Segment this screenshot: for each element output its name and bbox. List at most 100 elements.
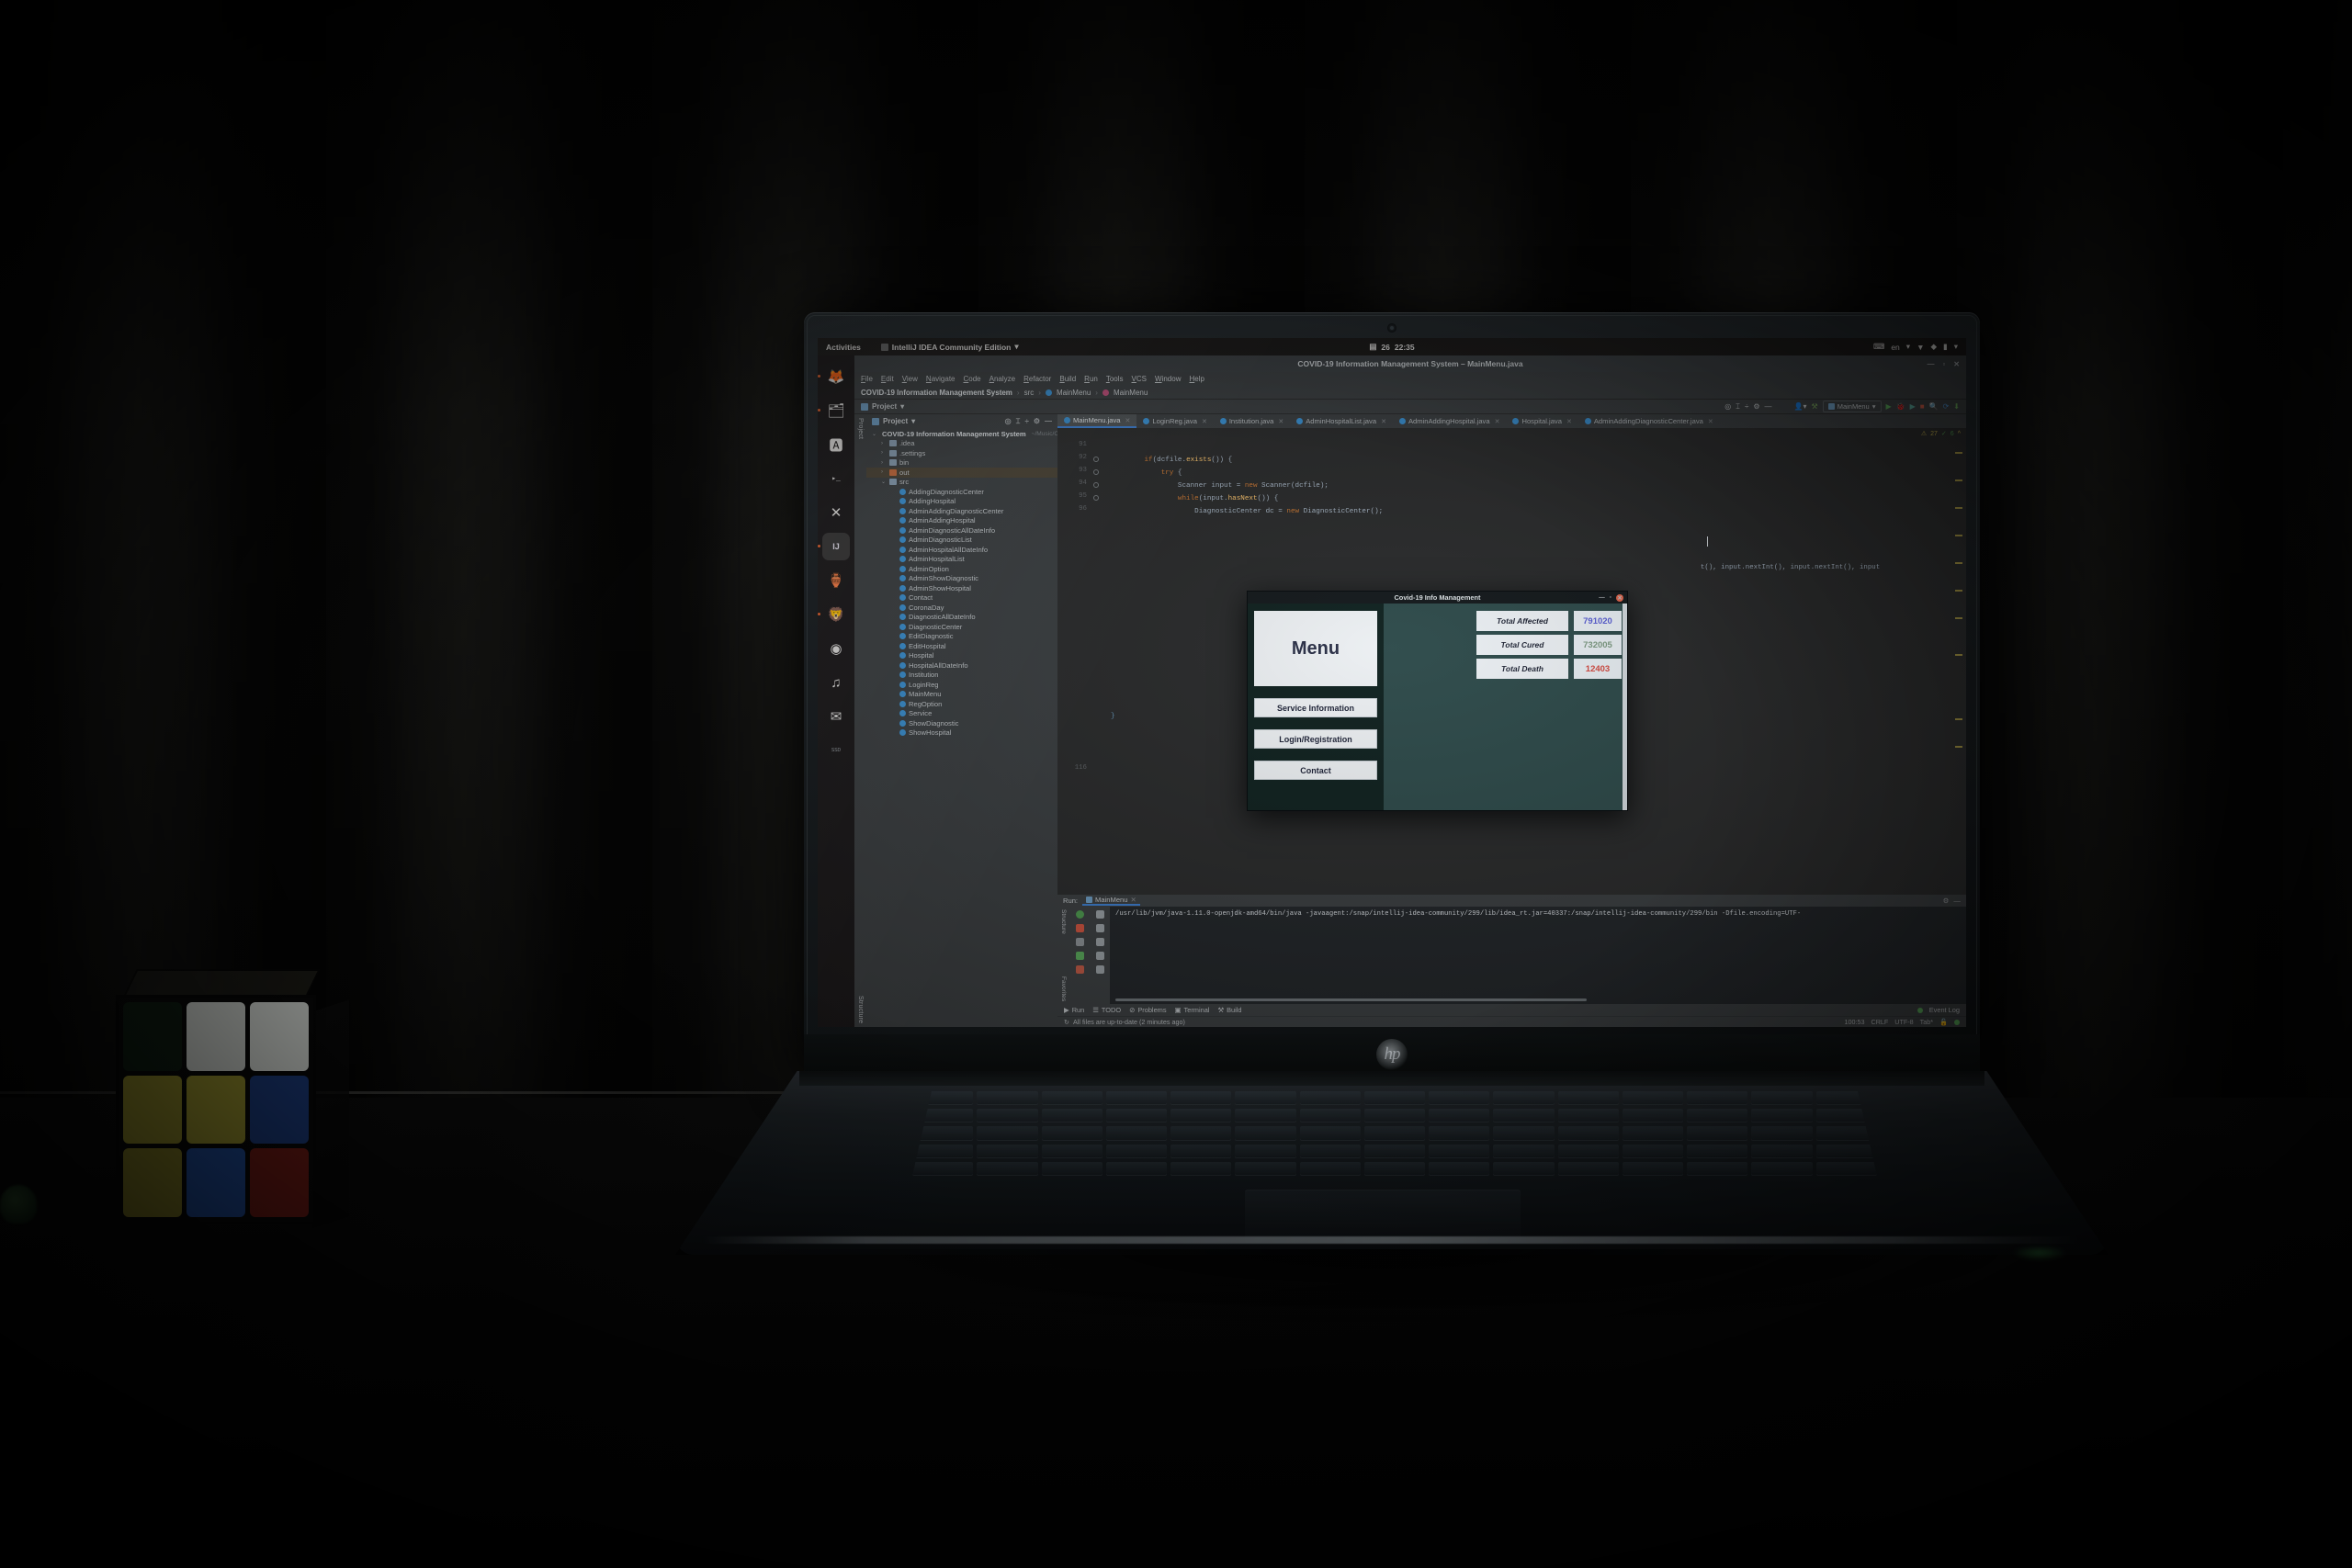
- dialog-window-controls[interactable]: — ▫ ✕: [1599, 592, 1623, 604]
- breadcrumb-class[interactable]: MainMenu: [1114, 389, 1148, 397]
- menu-file[interactable]: File: [861, 375, 873, 383]
- dock-item-postman[interactable]: 🏺: [822, 567, 850, 594]
- tree-folder-bin[interactable]: › bin: [866, 458, 1057, 468]
- inspection-mark[interactable]: [1955, 535, 1962, 536]
- save-icon[interactable]: [1095, 952, 1104, 960]
- file-encoding[interactable]: UTF-8: [1894, 1018, 1913, 1026]
- inspection-mark[interactable]: [1955, 654, 1962, 656]
- update-icon[interactable]: ⬇: [1953, 402, 1960, 411]
- run-panel-actions[interactable]: ⚙ —: [1943, 897, 1961, 905]
- tree-folder-idea[interactable]: › .idea: [866, 439, 1057, 449]
- menu-navigate[interactable]: Navigate: [926, 375, 956, 383]
- run-icon[interactable]: ▶: [1886, 402, 1892, 411]
- tree-class-AdminHospitalList[interactable]: AdminHospitalList: [866, 555, 1057, 565]
- editor-tab-AdminHospitalList[interactable]: AdminHospitalList.java ✕: [1290, 414, 1393, 428]
- expand-icon[interactable]: ÷: [1024, 417, 1028, 426]
- code-fold-icon[interactable]: [1093, 457, 1099, 462]
- dock-item-ssd-drive[interactable]: SSD: [822, 737, 850, 764]
- locate-icon[interactable]: ◎: [1005, 417, 1012, 426]
- activities-button[interactable]: Activities: [826, 343, 861, 352]
- covid-app-dialog[interactable]: Covid-19 Info Management — ▫ ✕ Menu Serv…: [1247, 591, 1628, 811]
- soft-wrap-icon[interactable]: [1095, 938, 1104, 946]
- close-tab-icon[interactable]: ✕: [1495, 418, 1500, 425]
- inspection-mark[interactable]: [1955, 590, 1962, 592]
- code-editor[interactable]: ⚠ 27 ✓ 6 ^ 91 92 93 94 95 96 116 if(dcfile.exi…: [1057, 428, 1966, 894]
- dialog-button-service-information[interactable]: Service Information: [1254, 698, 1377, 717]
- tree-class-LoginReg[interactable]: LoginReg: [866, 680, 1057, 690]
- locate-icon[interactable]: ◎: [1724, 402, 1731, 411]
- tree-class-AdminAddingDiagnosticCenter[interactable]: AdminAddingDiagnosticCenter: [866, 506, 1057, 516]
- editor-tab-Hospital[interactable]: Hospital.java ✕: [1506, 414, 1577, 428]
- project-tool-label[interactable]: Project ▾: [861, 402, 904, 411]
- user-icon[interactable]: 👤▾: [1794, 402, 1807, 411]
- tree-class-Contact[interactable]: Contact: [866, 593, 1057, 604]
- screenshot-icon[interactable]: [1075, 938, 1084, 946]
- inspection-mark[interactable]: [1955, 562, 1962, 564]
- left-tool-rail[interactable]: Project Structure: [854, 414, 866, 1027]
- run-scroll-icons[interactable]: [1090, 907, 1110, 1004]
- tree-class-DiagnosticCenter[interactable]: DiagnosticCenter: [866, 622, 1057, 632]
- dock-item-ubuntu-software[interactable]: 🅰: [822, 431, 850, 458]
- line-separator[interactable]: CRLF: [1871, 1018, 1889, 1026]
- minimize-icon[interactable]: —: [1927, 360, 1934, 368]
- settings-gear-icon[interactable]: ⚙: [1034, 417, 1040, 426]
- breadcrumb-package[interactable]: MainMenu: [1057, 389, 1091, 397]
- tree-class-Service[interactable]: Service: [866, 709, 1057, 719]
- menu-window[interactable]: Window: [1155, 375, 1181, 383]
- close-tab-icon[interactable]: ✕: [1202, 418, 1207, 425]
- menu-help[interactable]: Help: [1189, 375, 1204, 383]
- tree-class-AdminShowHospital[interactable]: AdminShowHospital: [866, 583, 1057, 593]
- menu-build[interactable]: Build: [1059, 375, 1076, 383]
- hide-panel-icon[interactable]: —: [1953, 897, 1961, 905]
- status-bar-right[interactable]: 100:53 CRLF UTF-8 Tab* 🔓: [1845, 1018, 1960, 1026]
- close-tab-icon[interactable]: ✕: [1381, 418, 1386, 425]
- tree-class-EditDiagnostic[interactable]: EditDiagnostic: [866, 632, 1057, 642]
- expand-icon[interactable]: ÷: [1745, 402, 1748, 411]
- ide-menu-bar[interactable]: File Edit View Navigate Code Analyze Refactor B…: [854, 372, 1966, 386]
- tree-class-ShowHospital[interactable]: ShowHospital: [866, 728, 1057, 739]
- tree-folder-settings[interactable]: › .settings: [866, 448, 1057, 458]
- tree-class-Hospital[interactable]: Hospital: [866, 651, 1057, 661]
- settings-gear-icon[interactable]: ⚙: [1943, 897, 1950, 905]
- hide-panel-icon[interactable]: —: [1045, 417, 1052, 426]
- rail-structure-label[interactable]: Structure: [857, 996, 864, 1023]
- export-icon[interactable]: [1075, 965, 1084, 974]
- tree-class-ShowDiagnostic[interactable]: ShowDiagnostic: [866, 718, 1057, 728]
- console-output[interactable]: /usr/lib/jvm/java-1.11.0-openjdk-amd64/b…: [1110, 907, 1966, 1004]
- status-tab-todo[interactable]: ☰ TODO: [1092, 1006, 1121, 1014]
- tree-class-AdminOption[interactable]: AdminOption: [866, 564, 1057, 574]
- editor-tab-MainMenu[interactable]: MainMenu.java ✕: [1057, 414, 1137, 428]
- toolbar-actions[interactable]: ◎ ⌶ ÷ ⚙ — 👤▾ ⚒ MainMenu ▾ ▶ 🐞 ▶ ■ 🔍 ⟳ ⬇: [1724, 400, 1960, 412]
- tree-class-Institution[interactable]: Institution: [866, 671, 1057, 681]
- console-horizontal-scrollbar[interactable]: [1115, 998, 1587, 1001]
- project-tree[interactable]: ⌄ COVID-19 Information Management System ~…: [866, 428, 1057, 1027]
- close-icon[interactable]: ✕: [1616, 593, 1623, 602]
- menu-vcs[interactable]: VCS: [1132, 375, 1147, 383]
- status-tab-bar[interactable]: ▶ Run ☰ TODO ⊘ Problems ▣ Terminal ⚒ Build Event L…: [1057, 1004, 1966, 1016]
- editor-tab-LoginReg[interactable]: LoginReg.java ✕: [1136, 414, 1213, 428]
- arrow-down-icon[interactable]: [1095, 924, 1104, 932]
- filter-icon[interactable]: [1075, 952, 1084, 960]
- close-tab-icon[interactable]: ✕: [1125, 417, 1131, 424]
- inspection-mark[interactable]: [1955, 617, 1962, 619]
- dialog-nav-buttons[interactable]: Service Information Login/Registration Con…: [1254, 698, 1377, 780]
- ubuntu-dock[interactable]: 🦊 🗂 🅰 ▸_ ✕ IJ 🏺 🦁 ◉ ♫ ✉ SSD: [818, 355, 854, 1027]
- code-text[interactable]: if(dcfile.exists()) { try { Scanner inpu…: [1111, 441, 1950, 518]
- inspection-mark[interactable]: [1955, 718, 1962, 720]
- editor-tab-Institution[interactable]: Institution.java ✕: [1214, 414, 1290, 428]
- sync-icon[interactable]: ⟳: [1943, 402, 1950, 411]
- close-tab-icon[interactable]: ✕: [1278, 418, 1283, 425]
- chevron-up-icon[interactable]: ^: [1958, 431, 1961, 437]
- dock-item-intellij-idea[interactable]: IJ: [818, 533, 850, 560]
- breadcrumb[interactable]: COVID-19 Information Management System ›…: [854, 386, 1966, 400]
- tree-folder-src[interactable]: ⌄ src: [866, 478, 1057, 488]
- run-coverage-icon[interactable]: ▶: [1910, 402, 1916, 411]
- settings-gear-icon[interactable]: ⚙: [1753, 402, 1759, 411]
- dialog-scrollbar[interactable]: [1623, 604, 1627, 810]
- tree-class-AddingDiagnosticCenter[interactable]: AddingDiagnosticCenter: [866, 487, 1057, 497]
- chevron-down-icon[interactable]: ▾: [911, 417, 915, 425]
- tree-class-AdminDiagnosticAllDateInfo[interactable]: AdminDiagnosticAllDateInfo: [866, 525, 1057, 536]
- tree-class-RegOption[interactable]: RegOption: [866, 699, 1057, 709]
- dock-item-files[interactable]: 🗂: [818, 397, 850, 424]
- run-action-icons[interactable]: [1069, 907, 1090, 1004]
